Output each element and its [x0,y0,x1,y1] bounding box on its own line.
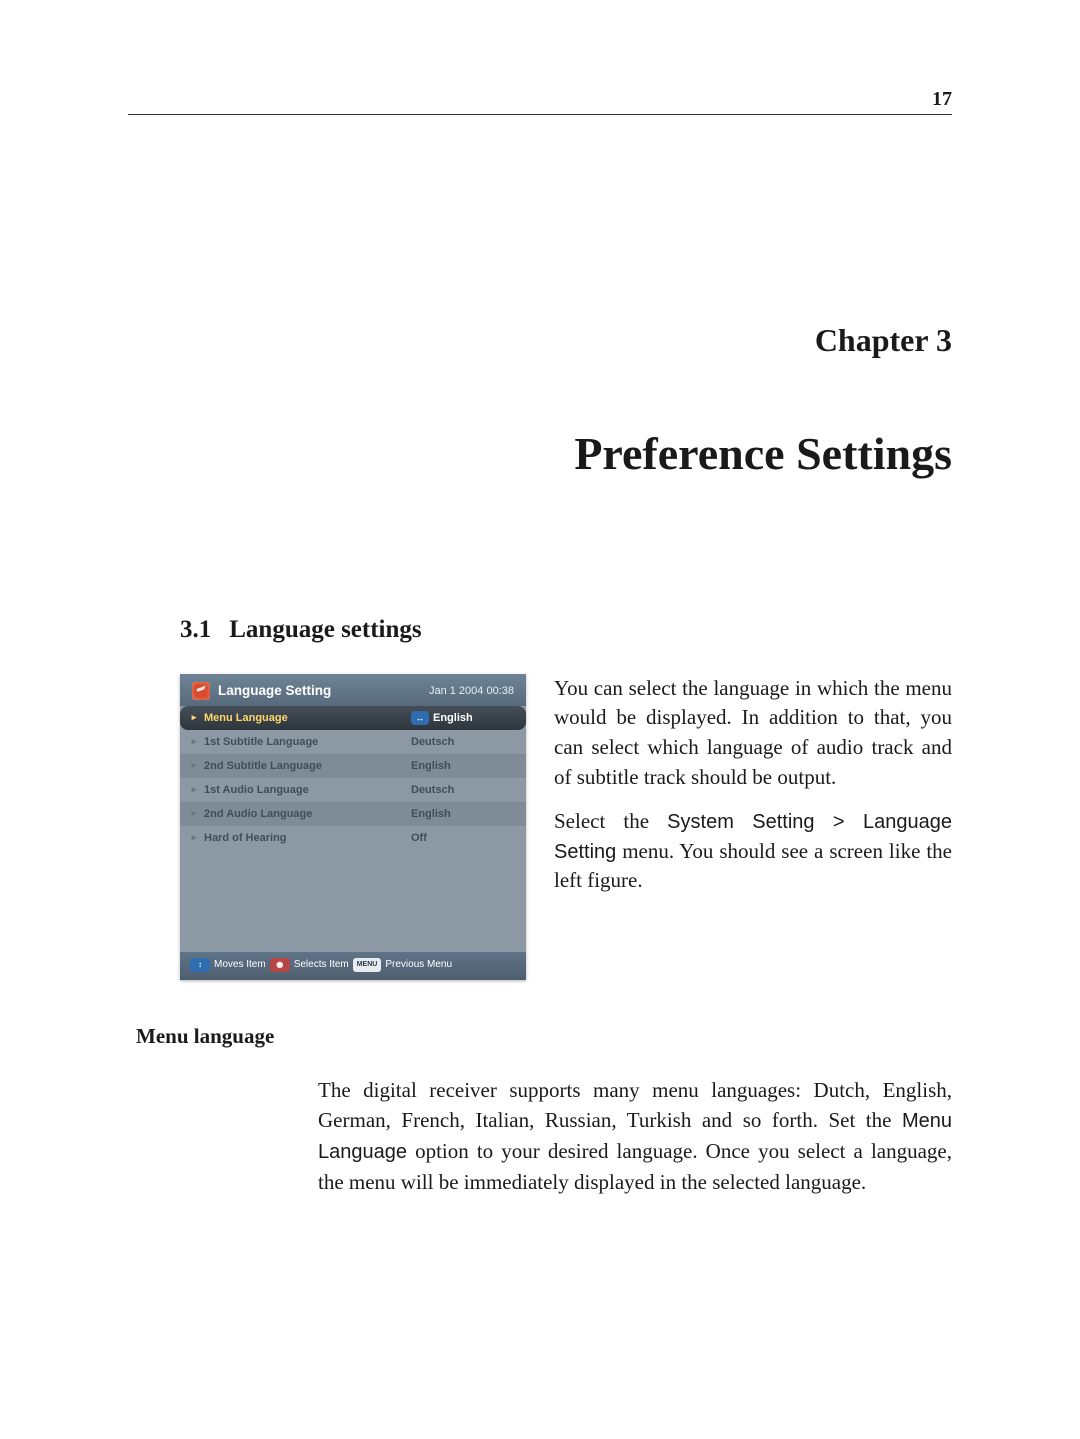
page: 17 Chapter 3 Preference Settings 3.1 Lang… [0,0,1080,1439]
dialog-empty-space [180,850,526,946]
dialog-title: Language Setting [218,683,331,698]
dialog-timestamp: Jan 1 2004 00:38 [429,685,514,697]
intro-p2-prefix: Select the [554,809,667,833]
setting-row[interactable]: ▸ 1st Audio Language Deutsch [180,778,526,802]
dialog-header: Language Setting Jan 1 2004 00:38 [180,674,526,706]
key-menu-icon: MENU [353,958,382,972]
setting-label: 2nd Subtitle Language [204,760,379,772]
setting-value-text: English [411,760,451,772]
footer-nav-text: Moves Item [214,959,266,970]
row-marker-icon: ▸ [190,832,198,843]
setting-row[interactable]: ▸ 2nd Audio Language English [180,802,526,826]
setting-label: Menu Language [204,712,379,724]
setting-value[interactable]: English [385,808,516,820]
setting-value[interactable]: Deutsch [385,784,516,796]
row-marker-icon: ▸ [190,736,198,747]
setting-value[interactable]: English [385,760,516,772]
setting-value[interactable]: Off [385,832,516,844]
dialog-footer: ↕ Moves Item ◉ Selects Item MENU Previou… [180,952,526,980]
footer-select-text: Selects Item [294,959,349,970]
section-number: 3.1 [180,616,211,643]
setting-label: 1st Subtitle Language [204,736,379,748]
brand-logo-icon [192,682,210,700]
setting-value-text: Off [411,832,427,844]
row-marker-icon: ▸ [190,808,198,819]
page-number: 17 [932,88,952,111]
setting-value-text: Deutsch [411,736,454,748]
body-paragraph: The digital receiver supports many menu … [318,1075,952,1198]
key-nav-icon: ↕ [190,958,210,972]
setting-value-text: English [411,808,451,820]
footer-menu-text: Previous Menu [385,959,452,970]
row-marker-icon: ▸ [190,712,198,723]
setting-row[interactable]: ▸ 2nd Subtitle Language English [180,754,526,778]
setting-value-text: English [433,712,473,724]
setting-label: Hard of Hearing [204,832,379,844]
dialog-body: ▸ Menu Language ↔ English ▸ 1st Subtitle Lang… [180,706,526,952]
body-prefix: The digital receiver supports many menu … [318,1078,952,1132]
subheading-menu-language: Menu language [136,1024,952,1049]
chapter-title: Preference Settings [180,429,952,480]
intro-paragraph-1: You can select the language in which the… [554,674,952,793]
intro-text-column: You can select the language in which the… [554,674,952,980]
setting-value-text: Deutsch [411,784,454,796]
setting-row[interactable]: ▸ Menu Language ↔ English [180,706,526,730]
section-heading: 3.1 Language settings [180,616,952,644]
body-suffix: option to your desired language. Once yo… [318,1139,952,1194]
setting-value[interactable]: ↔ English [385,711,516,725]
setting-label: 2nd Audio Language [204,808,379,820]
key-select-icon: ◉ [270,958,290,972]
setting-row[interactable]: ▸ 1st Subtitle Language Deutsch [180,730,526,754]
dialog-header-left: Language Setting [192,682,331,700]
header-rule [128,114,952,115]
section-title: Language settings [229,616,421,643]
setting-row[interactable]: ▸ Hard of Hearing Off [180,826,526,850]
setting-label: 1st Audio Language [204,784,379,796]
figure-column: Language Setting Jan 1 2004 00:38 ▸ Menu … [180,674,526,980]
chapter-label: Chapter 3 [180,322,952,359]
row-marker-icon: ▸ [190,760,198,771]
language-setting-dialog: Language Setting Jan 1 2004 00:38 ▸ Menu … [180,674,526,980]
row-marker-icon: ▸ [190,784,198,795]
setting-value[interactable]: Deutsch [385,736,516,748]
left-right-key-icon: ↔ [411,711,429,725]
two-column-area: Language Setting Jan 1 2004 00:38 ▸ Menu … [180,674,952,980]
intro-paragraph-2: Select the System Setting > Language Set… [554,807,952,896]
